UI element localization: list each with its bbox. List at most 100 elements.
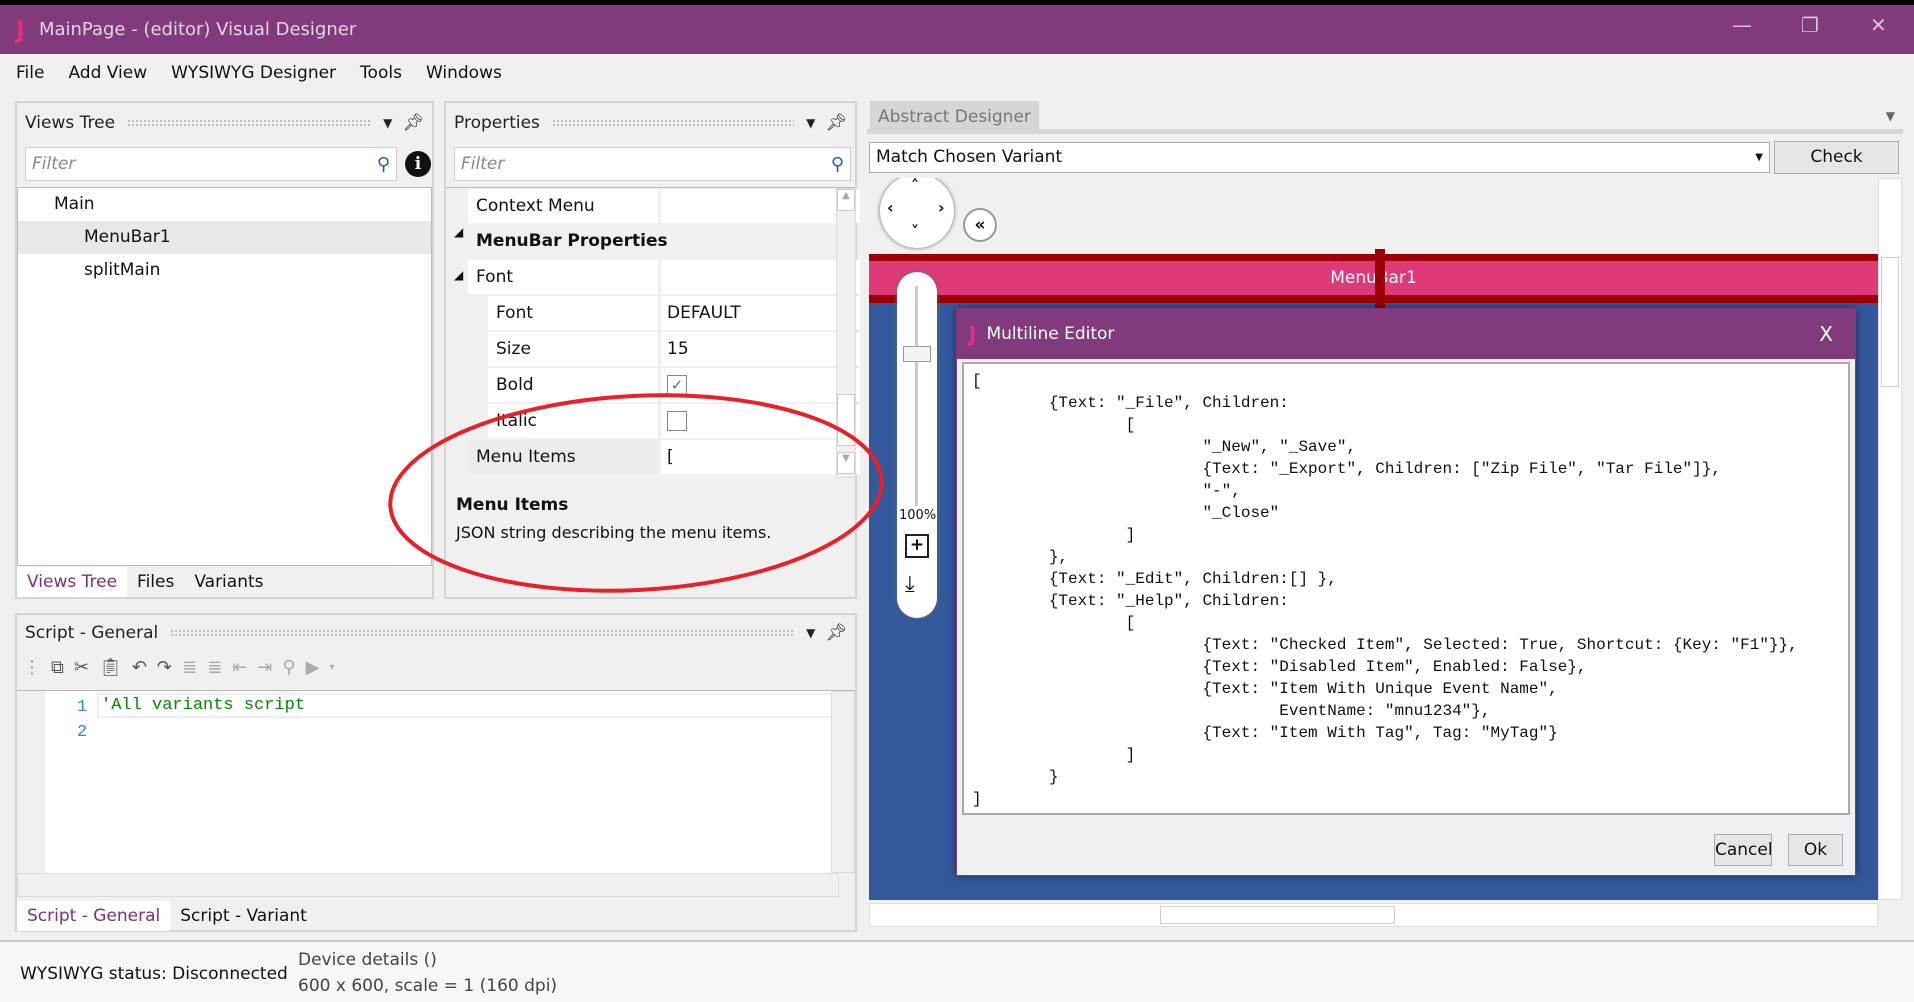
uncomment-icon[interactable]: ≣ [207, 657, 222, 678]
views-tree-header: Views Tree ▼ 📌︎ [17, 103, 432, 143]
dropdown-icon[interactable]: ▼ [806, 116, 815, 130]
line-number: 2 [77, 723, 88, 742]
tab-variants[interactable]: Variants [184, 567, 273, 597]
tab-views-tree[interactable]: Views Tree [17, 567, 128, 597]
menu-bar: File Add View WYSIWYG Designer Tools Win… [0, 54, 1914, 92]
close-button[interactable]: ✕ [1870, 13, 1887, 37]
canvas-horizontal-scrollbar[interactable] [869, 903, 1878, 927]
search-icon[interactable]: ⚲ [377, 154, 390, 175]
pan-down-icon[interactable]: ˅ [911, 222, 919, 241]
dropdown-icon[interactable]: ▼ [806, 626, 815, 640]
property-size[interactable]: Size 15 [488, 332, 860, 366]
pin-icon[interactable]: 📌︎ [825, 113, 847, 133]
copy-icon[interactable]: ⧉ [51, 657, 64, 678]
download-icon[interactable]: ⤓ [905, 572, 915, 597]
dialog-close-button[interactable]: X [1819, 322, 1833, 346]
zoom-fit-icon[interactable]: + [905, 534, 929, 558]
property-name: Context Menu [468, 189, 658, 223]
menu-add-view[interactable]: Add View [68, 63, 147, 83]
tab-script-variant[interactable]: Script - Variant [170, 901, 317, 931]
menu-tools[interactable]: Tools [360, 63, 402, 83]
menu-file[interactable]: File [16, 63, 44, 83]
multiline-editor-dialog: J Multiline Editor X [ {Text: "_File", C… [956, 308, 1856, 876]
overflow-icon[interactable]: ▾ [329, 662, 334, 673]
property-name: Font [488, 296, 658, 330]
tree-item-menubar1[interactable]: MenuBar1 [18, 221, 431, 254]
tree-item-splitmain[interactable]: splitMain [18, 254, 431, 287]
collapse-toolbar-icon[interactable]: « [963, 208, 997, 242]
window-title: MainPage - (editor) Visual Designer [38, 19, 357, 40]
line-number: 1 [77, 698, 88, 717]
section-menubar-properties: MenuBar Properties [476, 231, 668, 251]
annotation-ellipse-shape [388, 393, 884, 593]
drag-grip[interactable] [127, 119, 372, 127]
info-icon[interactable]: i [405, 151, 431, 177]
zoom-slider[interactable]: 100% + ⤓ [897, 272, 937, 618]
tab-script-general[interactable]: Script - General [17, 901, 171, 931]
pan-left-icon[interactable]: ‹ [887, 198, 894, 217]
script-toolbar: ⋮ ⧉ ✂ 📋︎ ↶ ↷ ≣ ≣ ⇤ ⇥ ⚲ ▶ ▾ [23, 657, 344, 678]
horizontal-scrollbar[interactable] [17, 873, 839, 897]
tree-item-main[interactable]: Main [18, 188, 431, 221]
zoom-slider-thumb[interactable] [903, 346, 931, 362]
property-font[interactable]: FontDEFAULT▼ [488, 296, 860, 330]
comment-icon[interactable]: ≣ [182, 657, 197, 678]
dropdown-icon[interactable]: ▼ [1886, 109, 1895, 123]
pan-up-icon[interactable]: ˄ [911, 178, 919, 195]
cut-icon[interactable]: ✂ [74, 657, 89, 678]
menu-wysiwyg-designer[interactable]: WYSIWYG Designer [171, 63, 336, 83]
wysiwyg-status: WYSIWYG status: Disconnected [20, 964, 288, 984]
collapse-icon[interactable]: ◢ [454, 225, 463, 239]
ok-button[interactable]: Ok [1788, 834, 1843, 866]
property-name: Size [488, 332, 658, 366]
menu-windows[interactable]: Windows [426, 63, 502, 83]
code-line[interactable]: 'All variants script [97, 693, 837, 718]
property-value [661, 260, 860, 294]
tab-files[interactable]: Files [127, 567, 184, 597]
scroll-thumb[interactable] [1160, 906, 1395, 924]
outdent-icon[interactable]: ⇤ [232, 657, 247, 678]
dropdown-icon[interactable]: ▼ [383, 116, 392, 130]
pin-icon[interactable]: 📌︎ [402, 113, 424, 133]
variant-select[interactable]: Match Chosen Variant ▼ [869, 142, 1770, 173]
search-icon[interactable]: ⚲ [831, 154, 844, 175]
find-icon[interactable]: ⚲ [282, 657, 295, 678]
minimize-button[interactable]: — [1732, 13, 1752, 37]
undo-icon[interactable]: ↶ [132, 657, 147, 678]
size-input[interactable]: 15 [661, 332, 860, 366]
restore-button[interactable]: ❐ [1801, 13, 1819, 37]
check-anchors-button[interactable]: Check Anchors [1774, 141, 1899, 197]
vertical-scrollbar[interactable] [831, 691, 855, 873]
properties-filter-input[interactable]: Filter ⚲ [454, 147, 851, 181]
font-select[interactable]: DEFAULT▼ [661, 296, 860, 330]
views-tree: Main MenuBar1 splitMain [17, 187, 432, 566]
properties-header: Properties ▼ 📌︎ [446, 103, 855, 143]
drag-grip[interactable] [551, 119, 795, 127]
cancel-button[interactable]: Cancel [1714, 834, 1773, 866]
redo-icon[interactable]: ↷ [157, 657, 172, 678]
tab-abstract-designer[interactable]: Abstract Designer [870, 101, 1039, 134]
script-editor[interactable]: 1 2 'All variants script [17, 690, 855, 900]
collapse-icon[interactable]: ◢ [454, 268, 463, 282]
drag-grip[interactable] [170, 629, 795, 637]
property-font-group[interactable]: Font [468, 260, 860, 294]
menubar-control[interactable]: MenuBar1 [869, 249, 1878, 309]
zoom-level: 100% [899, 508, 937, 523]
scroll-up-icon[interactable]: ▲ [837, 189, 855, 211]
paste-icon[interactable]: 📋︎ [99, 657, 122, 678]
indent-icon[interactable]: ⇥ [257, 657, 272, 678]
pan-right-icon[interactable]: › [938, 198, 945, 217]
status-bar: WYSIWYG status: Disconnected Device deta… [0, 940, 1914, 1002]
filter-placeholder: Filter [32, 154, 76, 174]
property-context-menu[interactable]: Context Menu... [468, 189, 860, 223]
canvas-vertical-scrollbar[interactable] [1878, 178, 1902, 900]
json-text-area[interactable]: [ {Text: "_File", Children: [ "_New", "_… [962, 362, 1850, 815]
views-filter-input[interactable]: Filter ⚲ [25, 147, 397, 181]
pin-icon[interactable]: 📌︎ [825, 623, 847, 643]
scroll-thumb[interactable] [1881, 257, 1899, 387]
anchor-handle[interactable] [1375, 249, 1385, 309]
property-value[interactable]: ... [661, 189, 860, 223]
script-title: Script - General [25, 623, 159, 643]
run-icon[interactable]: ▶ [306, 657, 320, 678]
device-details: Device details () [298, 950, 437, 970]
